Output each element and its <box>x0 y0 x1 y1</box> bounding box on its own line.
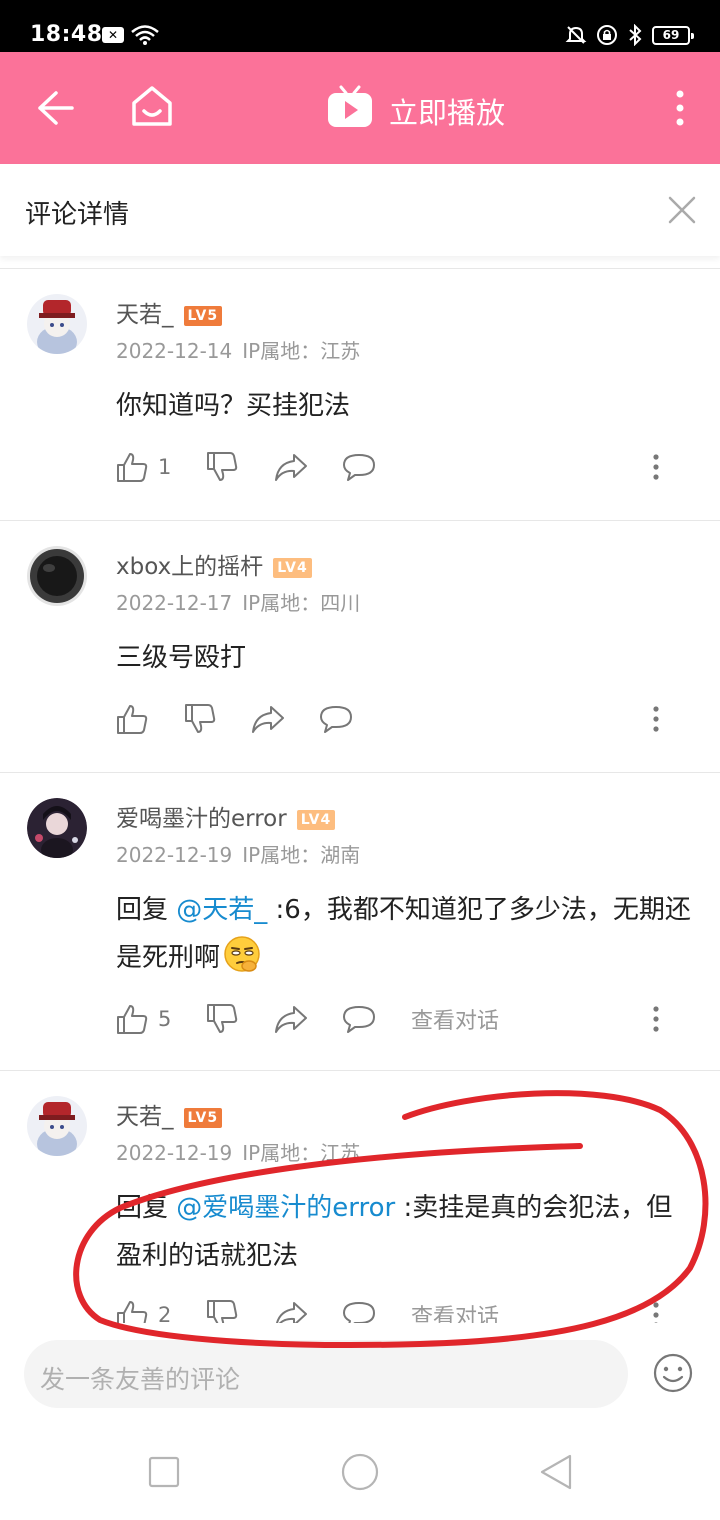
comment-actions: 2 查看对话 <box>116 1295 676 1323</box>
thinking-face-emoji <box>224 936 260 972</box>
level-badge: LV4 <box>273 557 312 578</box>
comment-input[interactable]: 发一条友善的评论 <box>24 1340 628 1408</box>
comment-item: 爱喝墨汁的error LV4 2022-12-19 IP属地：湖南 回复 @天若_ … <box>0 773 720 1071</box>
more-vertical-icon[interactable] <box>670 88 690 128</box>
thumbs-down-icon <box>207 452 238 481</box>
status-time: 18:48 <box>30 22 103 47</box>
reply-button[interactable] <box>342 1295 376 1323</box>
comment-bubble-icon <box>343 1302 375 1323</box>
reply-button[interactable] <box>319 699 353 739</box>
status-bar: 18:48 ✕ 69 <box>0 0 720 52</box>
bluetooth-icon <box>629 24 642 46</box>
view-dialog-link[interactable]: 查看对话 <box>411 999 499 1039</box>
like-button[interactable]: 2 <box>116 1295 171 1323</box>
play-now-title[interactable]: 立即播放 <box>389 90 505 132</box>
dislike-button[interactable] <box>184 699 216 739</box>
reply-button[interactable] <box>342 999 376 1039</box>
emoji-icon[interactable] <box>652 1352 694 1394</box>
share-icon <box>275 454 307 481</box>
dislike-button[interactable] <box>206 999 238 1039</box>
wifi-icon <box>131 25 159 45</box>
share-icon <box>252 706 284 733</box>
level-badge: LV5 <box>183 1107 223 1128</box>
avatar[interactable] <box>27 798 87 858</box>
thumbs-down-icon <box>207 1004 238 1033</box>
comment-list[interactable]: 天若_ LV5 2022-12-14 IP属地：江苏 你知道吗？买挂犯法 1 x… <box>0 268 720 1323</box>
lock-icon <box>597 25 617 45</box>
home-icon[interactable] <box>130 84 174 128</box>
system-navigation-bar <box>0 1424 720 1520</box>
username[interactable]: 天若_ LV5 <box>116 1097 223 1131</box>
avatar[interactable] <box>27 294 87 354</box>
share-icon <box>275 1006 307 1033</box>
comment-meta: 2022-12-14 IP属地：江苏 <box>116 339 361 363</box>
share-button[interactable] <box>274 1295 308 1323</box>
comment-item: 天若_ LV5 2022-12-19 IP属地：江苏 回复 @爱喝墨汁的error … <box>0 1071 720 1323</box>
thumbs-up-icon <box>117 1005 148 1034</box>
comment-text: 回复 @天若_ :6，我都不知道犯了多少法，无期还是死刑啊 <box>116 895 691 973</box>
comment-detail-header: 评论详情 <box>0 164 720 256</box>
share-button[interactable] <box>251 699 285 739</box>
close-icon[interactable] <box>668 196 696 224</box>
level-badge: LV5 <box>183 305 223 326</box>
more-options-icon[interactable] <box>646 705 666 733</box>
back-button[interactable] <box>538 1453 574 1491</box>
comment-meta: 2022-12-17 IP属地：四川 <box>116 591 361 615</box>
app-header: 立即播放 <box>0 52 720 164</box>
like-count: 1 <box>158 455 172 479</box>
recent-apps-button[interactable] <box>148 1456 180 1488</box>
comment-actions <box>116 699 676 739</box>
level-badge: LV4 <box>296 809 336 830</box>
username[interactable]: 爱喝墨汁的error LV4 <box>116 799 336 833</box>
comment-text: 三级号殴打 <box>116 643 247 673</box>
back-arrow-icon[interactable] <box>36 90 76 126</box>
dislike-button[interactable] <box>206 447 238 487</box>
page-title: 评论详情 <box>25 200 130 230</box>
comment-input-placeholder: 发一条友善的评论 <box>40 1365 241 1394</box>
comment-text: 回复 @爱喝墨汁的error :卖挂是真的会犯法，但盈利的话就犯法 <box>116 1193 673 1271</box>
comment-meta: 2022-12-19 IP属地：湖南 <box>116 843 361 867</box>
thumbs-down-icon <box>207 1300 238 1323</box>
comment-bubble-icon <box>343 1006 375 1033</box>
share-button[interactable] <box>274 999 308 1039</box>
reply-button[interactable] <box>342 447 376 487</box>
comment-bubble-icon <box>343 454 375 481</box>
comment-item: 天若_ LV5 2022-12-14 IP属地：江苏 你知道吗？买挂犯法 1 <box>0 269 720 521</box>
mention-link[interactable]: @天若_ <box>176 895 267 925</box>
like-button[interactable] <box>116 699 148 739</box>
like-count: 5 <box>158 1007 172 1031</box>
share-icon <box>275 1302 307 1323</box>
more-options-icon[interactable] <box>646 1301 666 1323</box>
home-button[interactable] <box>340 1452 380 1492</box>
mute-bell-icon <box>565 26 587 44</box>
comment-actions: 1 <box>116 447 676 487</box>
more-options-icon[interactable] <box>646 453 666 481</box>
comment-actions: 5 查看对话 <box>116 999 676 1039</box>
thumbs-up-icon <box>117 1301 148 1323</box>
more-options-icon[interactable] <box>646 1005 666 1033</box>
view-dialog-link[interactable]: 查看对话 <box>411 1295 499 1323</box>
thumbs-down-icon <box>185 704 216 733</box>
like-button[interactable]: 1 <box>116 447 171 487</box>
comment-bubble-icon <box>320 706 352 733</box>
share-button[interactable] <box>274 447 308 487</box>
like-button[interactable]: 5 <box>116 999 171 1039</box>
thumbs-up-icon <box>117 705 148 734</box>
comment-input-bar: 发一条友善的评论 <box>0 1324 720 1424</box>
tv-play-icon[interactable] <box>326 85 374 129</box>
notification-icon: ✕ <box>102 27 124 43</box>
username[interactable]: 天若_ LV5 <box>116 295 223 329</box>
mention-link[interactable]: @爱喝墨汁的error <box>176 1193 395 1223</box>
like-count: 2 <box>158 1303 172 1323</box>
comment-meta: 2022-12-19 IP属地：江苏 <box>116 1141 361 1165</box>
username[interactable]: xbox上的摇杆 LV4 <box>116 547 312 581</box>
dislike-button[interactable] <box>206 1295 238 1323</box>
thumbs-up-icon <box>117 453 148 482</box>
battery-indicator: 69 <box>652 25 694 45</box>
comment-item: xbox上的摇杆 LV4 2022-12-17 IP属地：四川 三级号殴打 <box>0 521 720 773</box>
avatar[interactable] <box>27 1096 87 1156</box>
comment-text: 你知道吗？买挂犯法 <box>116 391 351 421</box>
avatar[interactable] <box>27 546 87 606</box>
